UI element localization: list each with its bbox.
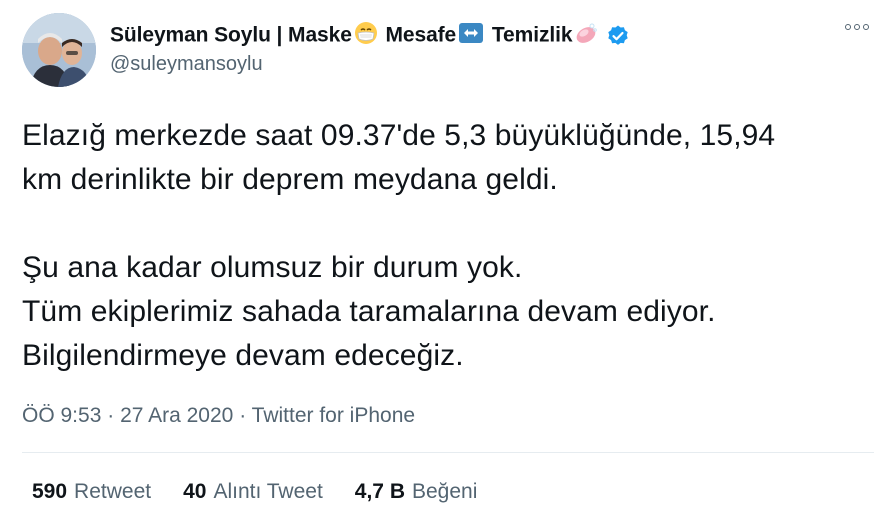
tweet-meta: ÖÖ 9:53 · 27 Ara 2020 · Twitter for iPho… [22, 404, 415, 428]
soap-emoji-icon [574, 21, 598, 51]
likes-label: Beğeni [412, 480, 478, 503]
tweet-line: Elazığ merkezde saat 09.37'de 5,3 büyükl… [22, 119, 776, 152]
likes-stat[interactable]: 4,7 B Beğeni [355, 480, 478, 504]
divider [22, 452, 874, 453]
name-part-1: Süleyman Soylu | Maske [110, 23, 352, 47]
meta-separator: · [107, 404, 115, 427]
tweet-date: 27 Ara 2020 [120, 404, 234, 427]
tweet-line: Bilgilendirmeye devam edeceğiz. [22, 339, 464, 372]
verified-badge-icon [606, 24, 630, 48]
tweet-time-link[interactable]: ÖÖ 9:53 · 27 Ara 2020 [22, 404, 233, 427]
author-block: Süleyman Soylu | Maske Mesafe Temizlik @… [110, 20, 630, 76]
tweet-time: ÖÖ 9:53 [22, 404, 102, 427]
dot-icon [845, 24, 851, 30]
name-part-3: Temizlik [491, 23, 573, 47]
dot-icon [854, 24, 860, 30]
author-handle[interactable]: @suleymansoylu [110, 53, 630, 76]
retweets-label: Retweet [74, 480, 152, 503]
avatar-photo [22, 13, 96, 87]
tweet-line: km derinlikte bir deprem meydana geldi. [22, 163, 558, 196]
retweets-count: 590 [32, 480, 68, 503]
author-name-row[interactable]: Süleyman Soylu | Maske Mesafe Temizlik [110, 20, 630, 52]
tweet-source-link[interactable]: Twitter for iPhone [252, 404, 415, 427]
quotes-stat[interactable]: 40 Alıntı Tweet [183, 480, 323, 504]
author-display-name[interactable]: Süleyman Soylu | Maske Mesafe Temizlik [110, 21, 600, 51]
mask-face-emoji-icon [354, 21, 378, 51]
tweet-line: Tüm ekiplerimiz sahada taramalarına deva… [22, 295, 716, 328]
retweets-stat[interactable]: 590 Retweet [32, 480, 151, 504]
tweet-stats: 590 Retweet 40 Alıntı Tweet 4,7 B Beğeni [32, 480, 477, 504]
tweet-card: Süleyman Soylu | Maske Mesafe Temizlik @… [0, 0, 885, 517]
dot-icon [863, 24, 869, 30]
meta-separator: · [239, 404, 247, 427]
quotes-count: 40 [183, 480, 207, 503]
name-part-2: Mesafe [385, 23, 457, 47]
left-right-arrow-emoji-icon [458, 21, 484, 51]
tweet-text: Elazığ merkezde saat 09.37'de 5,3 büyükl… [22, 114, 872, 378]
quotes-label: Alıntı Tweet [213, 480, 323, 503]
more-dots-icon[interactable] [845, 24, 869, 30]
avatar[interactable] [22, 13, 96, 87]
likes-count: 4,7 B [354, 480, 405, 503]
tweet-line: Şu ana kadar olumsuz bir durum yok. [22, 251, 523, 284]
